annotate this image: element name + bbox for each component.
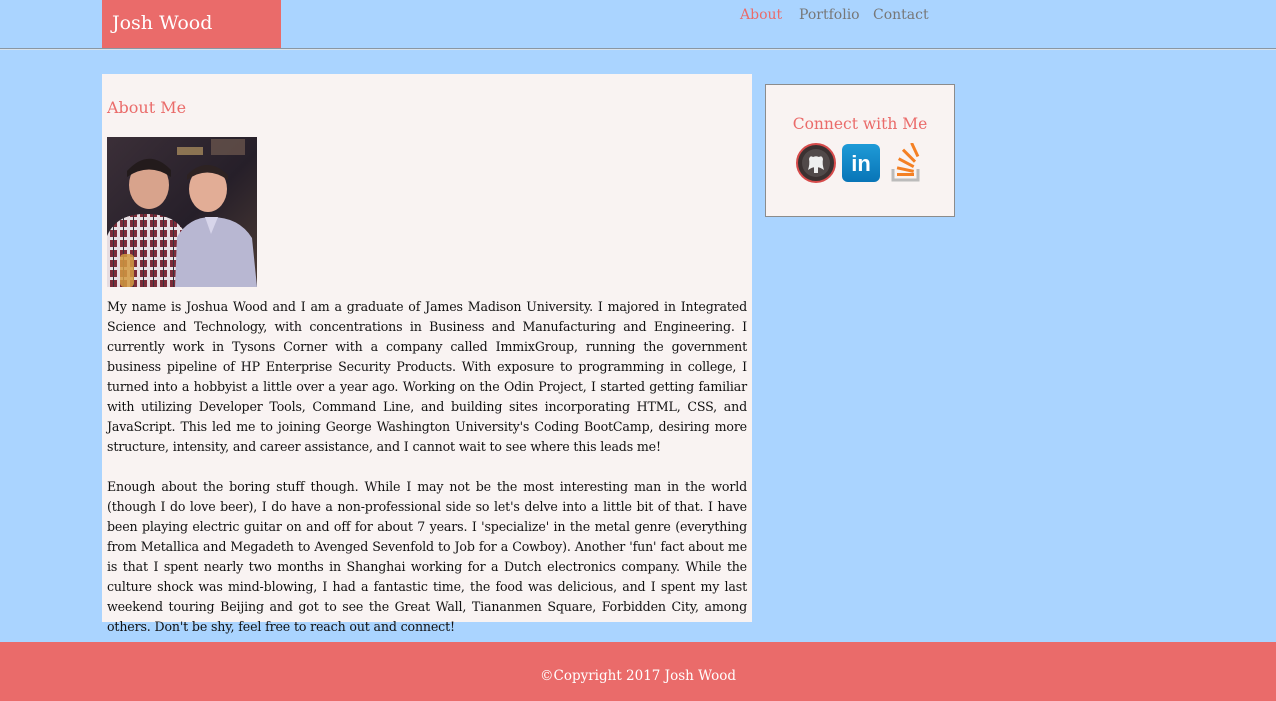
- github-icon[interactable]: [796, 143, 836, 183]
- connect-box: Connect with Me in: [765, 84, 955, 217]
- site-header: Josh Wood About Portfolio Contact: [0, 0, 1276, 49]
- copyright-text: ©Copyright 2017 Josh Wood: [539, 668, 736, 684]
- profile-photo-image: [107, 137, 257, 287]
- brand-name[interactable]: Josh Wood: [102, 0, 281, 48]
- nav-portfolio-link[interactable]: Portfolio: [799, 7, 860, 27]
- connect-title: Connect with Me: [792, 115, 928, 133]
- nav-about-link[interactable]: About: [740, 7, 782, 27]
- about-panel: About Me My name is Joshua Wood and I am…: [102, 74, 752, 634]
- about-title: About Me: [107, 98, 187, 117]
- bio-paragraph-2: Enough about the boring stuff though. Wh…: [107, 479, 747, 634]
- linkedin-text: in: [851, 151, 871, 176]
- stackoverflow-icon[interactable]: [886, 142, 926, 183]
- nav-contact-link[interactable]: Contact: [873, 7, 929, 27]
- profile-photo: [107, 137, 257, 287]
- bio-paragraph-1: My name is Joshua Wood and I am a gradua…: [107, 299, 747, 454]
- site-footer: ©Copyright 2017 Josh Wood: [0, 642, 1276, 701]
- linkedin-icon[interactable]: in: [841, 143, 881, 183]
